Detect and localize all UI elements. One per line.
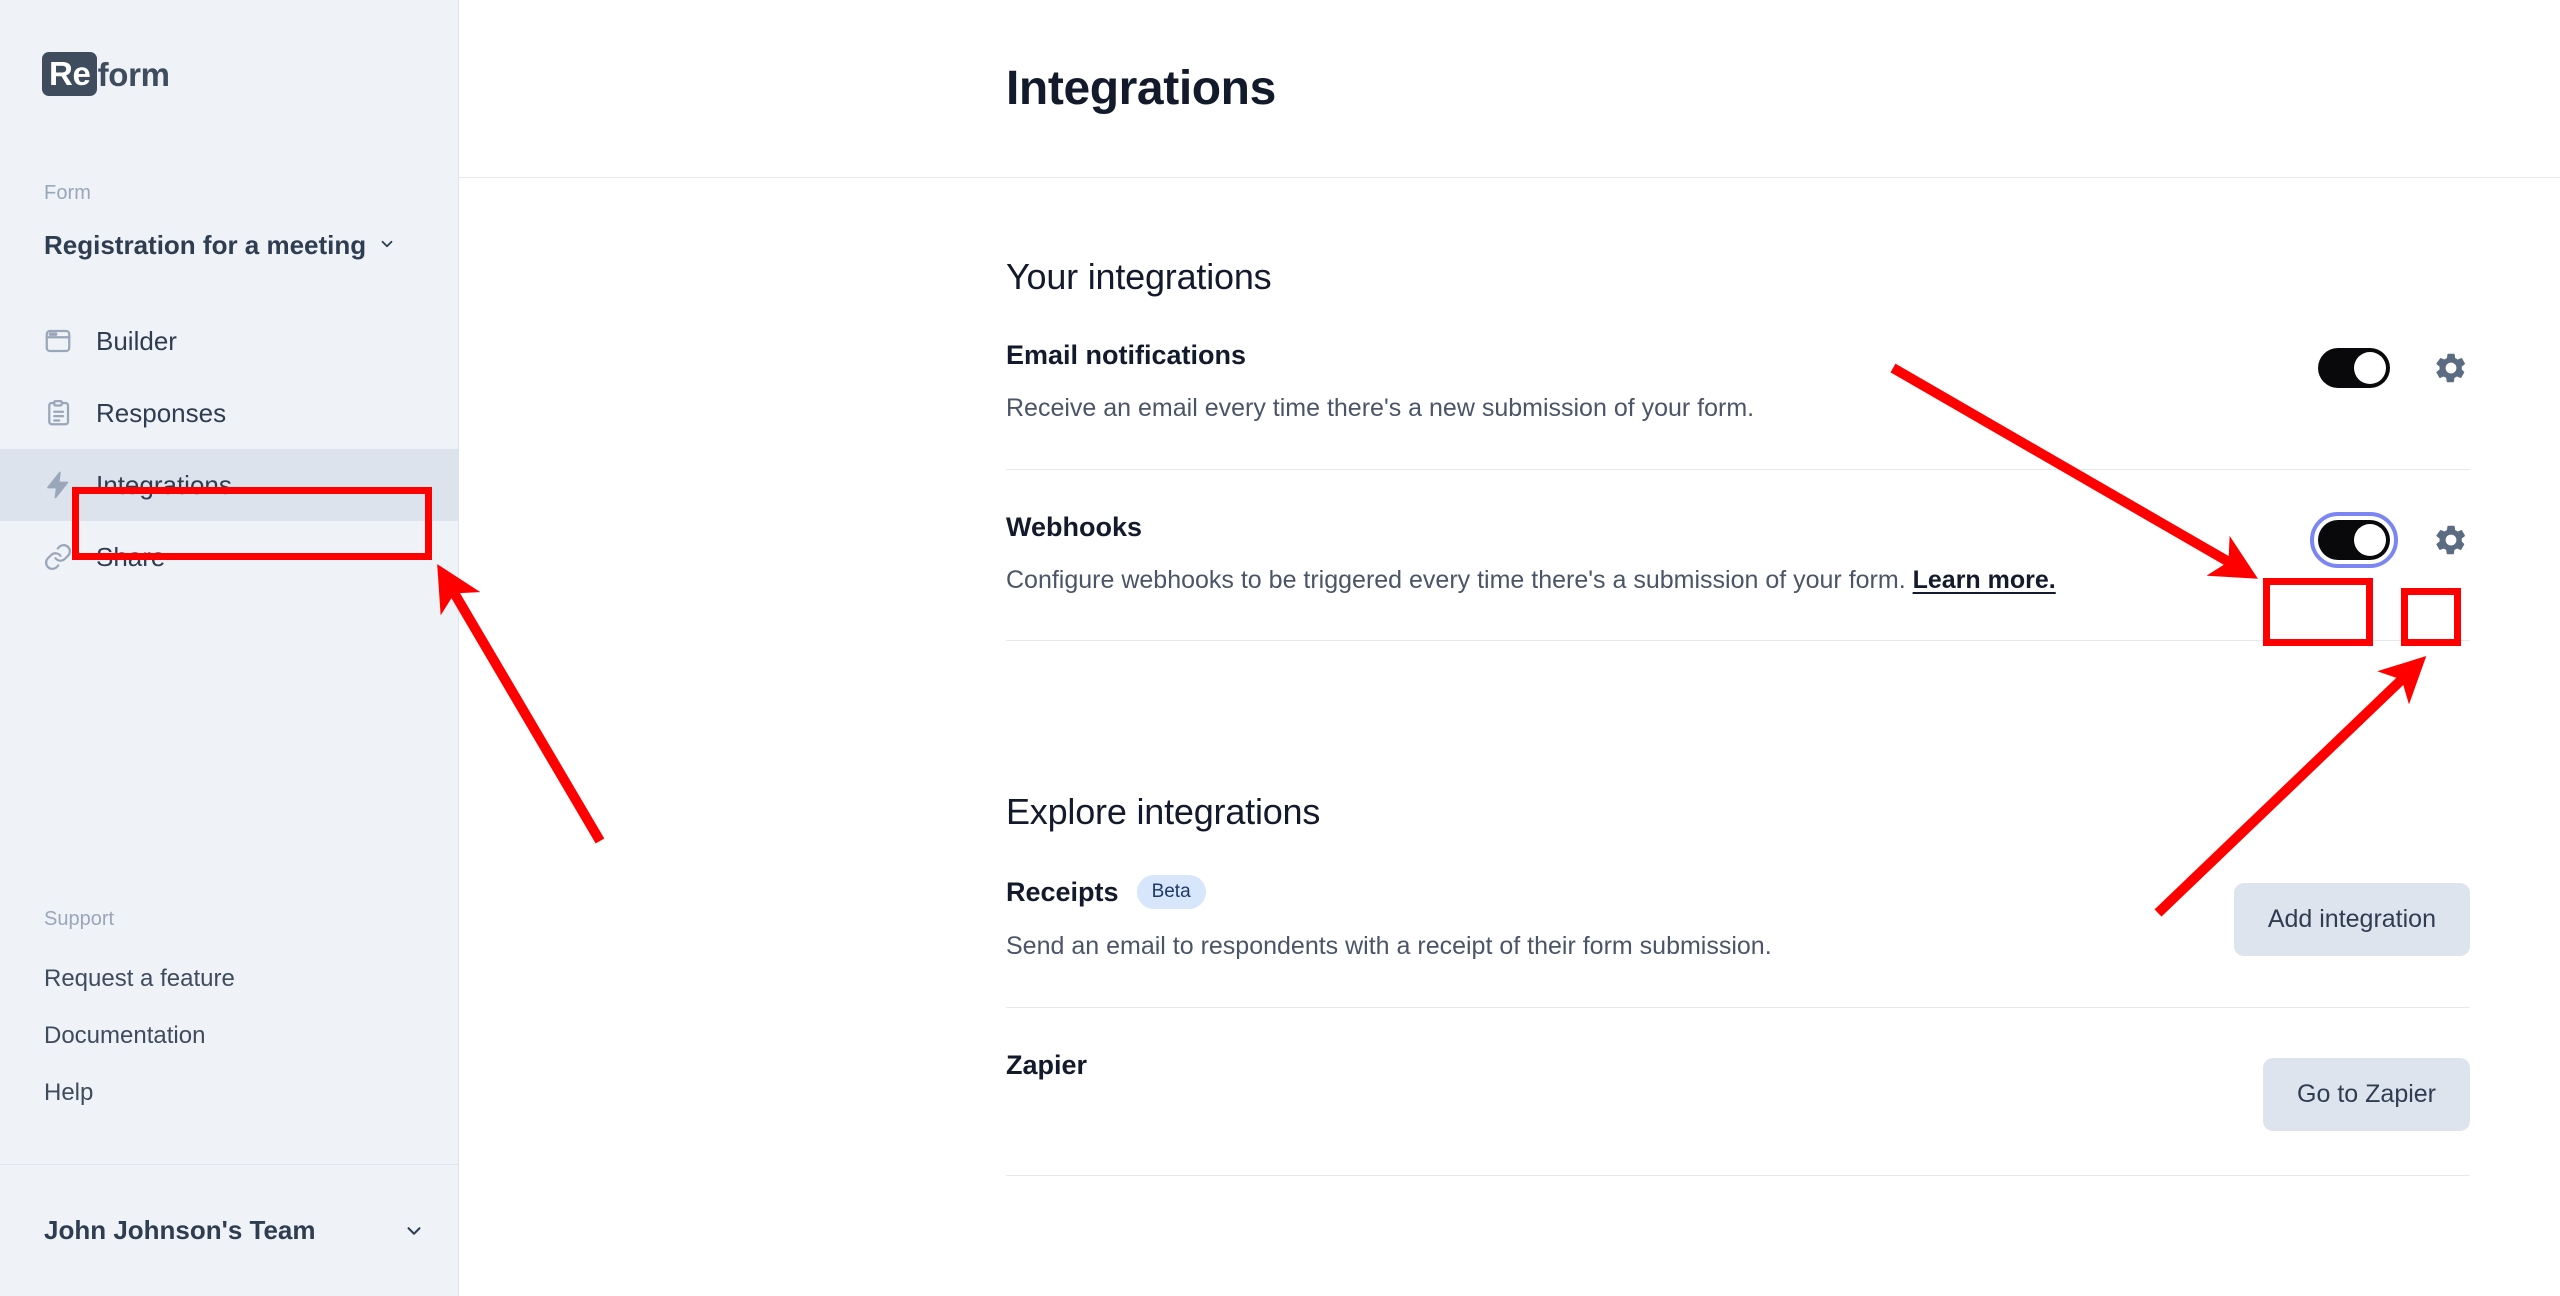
explore-row-text: Zapier [1006, 1050, 1087, 1081]
sidebar-form-section-label: Form [44, 182, 92, 204]
status-badge: Beta [1136, 875, 1206, 909]
webhooks-settings-button[interactable] [2432, 521, 2470, 559]
integration-title-line: Email notifications [1006, 340, 1754, 371]
email-notifications-toggle[interactable] [2318, 348, 2390, 388]
explore-title: Zapier [1006, 1049, 1088, 1080]
lightning-bolt-icon [42, 469, 74, 501]
chevron-down-icon [403, 1220, 421, 1238]
content-area: Your integrations Email notifications Re… [459, 256, 2560, 1176]
integration-title: Email notifications [1006, 340, 1247, 370]
integration-description-text: Configure webhooks to be triggered every… [1006, 565, 1906, 594]
sidebar-support-links: Request a feature Documentation Help [0, 950, 458, 1121]
toggle-knob [2354, 352, 2386, 384]
logo-badge: Re [42, 52, 97, 96]
sidebar-item-integrations[interactable]: Integrations [0, 449, 458, 521]
sidebar-item-help[interactable]: Help [0, 1064, 458, 1121]
clipboard-list-icon [42, 397, 74, 429]
integration-row-controls [2318, 340, 2470, 388]
sidebar-item-label: Integrations [96, 469, 232, 500]
sidebar-item-label: Builder [96, 325, 177, 356]
explore-title-line: Receipts Beta [1006, 875, 1772, 909]
logo-text: form [97, 55, 170, 93]
integration-title: Webhooks [1006, 511, 1143, 542]
explore-row-text: Receipts Beta Send an email to responden… [1006, 875, 1772, 963]
explore-row-controls: Add integration [2233, 875, 2470, 956]
team-switcher[interactable]: John Johnson's Team [0, 1164, 459, 1296]
explore-title-line: Zapier [1006, 1050, 1087, 1081]
integration-title-line: Webhooks [1006, 512, 2056, 543]
integration-description: Receive an email every time there's a ne… [1006, 394, 1755, 422]
sidebar: Re form Form Registration for a meeting … [0, 0, 459, 1296]
link-icon [42, 541, 74, 573]
sidebar-item-label: Responses [96, 397, 227, 428]
sidebar-item-responses[interactable]: Responses [0, 377, 458, 449]
integration-row-email-notifications: Email notifications Receive an email eve… [1006, 298, 2470, 470]
integration-row-controls [2310, 511, 2470, 568]
learn-more-link[interactable]: Learn more. [1913, 566, 2056, 594]
go-to-zapier-button[interactable]: Go to Zapier [2263, 1057, 2470, 1131]
sidebar-support-section-label: Support [44, 908, 115, 930]
main-content: Integrations Your integrations Email not… [459, 0, 2560, 1296]
integrations-page: Re form Form Registration for a meeting … [0, 0, 2560, 1296]
webhooks-toggle[interactable] [2310, 511, 2398, 568]
email-notifications-settings-button[interactable] [2432, 349, 2470, 387]
chevron-down-icon [378, 235, 396, 253]
sidebar-nav: Builder Responses Integrations Share [0, 305, 458, 593]
explore-description: Send an email to respondents with a rece… [1006, 932, 1772, 960]
sidebar-item-builder[interactable]: Builder [0, 305, 458, 377]
gear-icon [2433, 350, 2469, 386]
page-title: Integrations [1006, 62, 1276, 115]
explore-row-controls: Go to Zapier [2263, 1050, 2470, 1131]
toggle-knob [2354, 523, 2386, 556]
integration-row-text: Webhooks Configure webhooks to be trigge… [1006, 512, 2056, 597]
sidebar-item-share[interactable]: Share [0, 521, 458, 593]
team-name: John Johnson's Team [44, 1215, 316, 1245]
page-header: Integrations [459, 0, 2560, 178]
explore-integrations-heading: Explore integrations [1006, 791, 1321, 832]
explore-row-zapier: Zapier Go to Zapier [1006, 1008, 2470, 1176]
integration-row-webhooks: Webhooks Configure webhooks to be trigge… [1006, 470, 2470, 641]
add-integration-button[interactable]: Add integration [2233, 883, 2470, 956]
form-selector-label: Registration for a meeting [44, 230, 367, 260]
your-integrations-heading: Your integrations [1006, 256, 1272, 297]
sidebar-item-documentation[interactable]: Documentation [0, 1007, 458, 1064]
integration-row-text: Email notifications Receive an email eve… [1006, 340, 1754, 425]
integration-description: Configure webhooks to be triggered every… [1006, 564, 2056, 597]
gear-icon [2433, 522, 2469, 558]
explore-row-receipts: Receipts Beta Send an email to responden… [1006, 833, 2470, 1008]
app-logo[interactable]: Re form [0, 0, 458, 96]
window-icon [42, 325, 74, 357]
sidebar-item-request-a-feature[interactable]: Request a feature [0, 950, 458, 1007]
form-selector[interactable]: Registration for a meeting [0, 230, 458, 261]
sidebar-item-label: Share [96, 541, 166, 572]
explore-title: Receipts [1006, 876, 1119, 907]
